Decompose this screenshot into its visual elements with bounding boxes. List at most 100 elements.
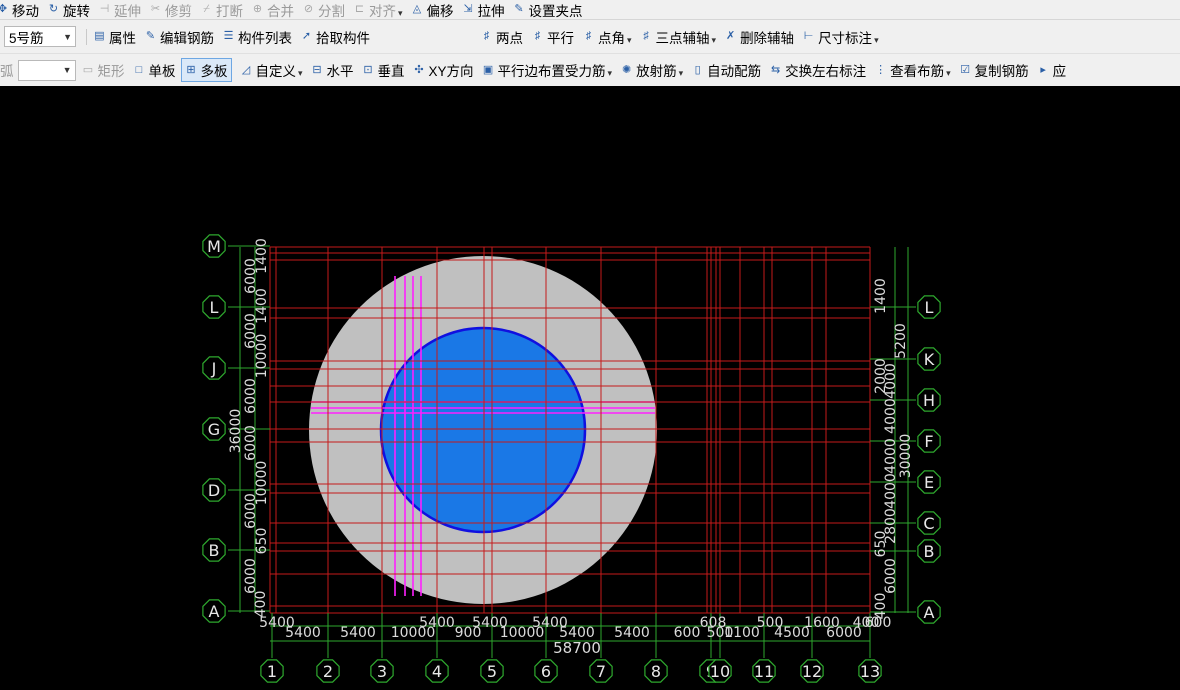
button-label: 合并 <box>267 3 294 19</box>
align-icon: ⊏ <box>354 3 365 15</box>
multi-slab-button[interactable]: ⊞ 多板 <box>180 58 232 82</box>
custom-button[interactable]: ◿ 自定义 <box>240 60 303 80</box>
axis-label-bottom: 1 <box>267 662 277 681</box>
rect-button[interactable]: ▭ 矩形 <box>82 60 125 80</box>
drawing-canvas[interactable]: 12345678910111213ABDGJLMABCEFHKL54005400… <box>0 86 1180 690</box>
offset-icon: ◬ <box>412 3 422 15</box>
auto-rebar-button[interactable]: ▯ 自动配筋 <box>691 60 762 80</box>
three-point-button[interactable]: ♯ 三点辅轴 <box>640 27 717 47</box>
axis-label-bottom: 5 <box>487 662 497 681</box>
align-button[interactable]: ⊏ 对齐 <box>353 0 403 20</box>
button-label: 延伸 <box>114 3 141 19</box>
component-toolbar-left: 5号筋 ▼ ▤ 属性 ✎ 编辑钢筋 ☰ 构件列表 ➚ 拾取构件 <box>4 20 378 53</box>
radial-button[interactable]: ✺ 放射筋 <box>620 60 683 80</box>
button-label: XY方向 <box>428 64 474 79</box>
move-button[interactable]: ✥ 移动 <box>0 0 39 20</box>
dimension-button[interactable]: ⊢ 尺寸标注 <box>802 27 879 47</box>
view-layout-button[interactable]: ⋮ 查看布筋 <box>874 60 951 80</box>
parallel-button[interactable]: ♯ 平行 <box>531 27 574 47</box>
edit-rebar-icon: ✎ <box>145 30 156 42</box>
more-icon: ▸ <box>1040 63 1046 76</box>
axis-toolbar: ♯ 两点 ♯ 平行 ♯ 点角 ♯ 三点辅轴 ✗ 删除辅轴 ⊢ 尺寸标注 <box>480 20 887 53</box>
swap-labels-button[interactable]: ⇆ 交换左右标注 <box>769 60 866 80</box>
vertical-button[interactable]: ⊡ 垂直 <box>362 60 404 80</box>
dimension-label-left: 1400 <box>254 238 270 274</box>
button-label: 自动配筋 <box>707 64 762 79</box>
split-icon: ⊘ <box>303 3 314 15</box>
chevron-down-icon: ▼ <box>63 31 72 42</box>
button-label: 修剪 <box>165 3 192 19</box>
split-button[interactable]: ⊘ 分割 <box>302 0 345 20</box>
toolbar-row-edit: ✥ 移动 ↻ 旋转 ⊣ 延伸 ✂ 修剪 ⌿ 打断 ⊕ 合并 ⊘ 分割 ⊏ 对齐 ◬ 偏移 ⇲ 拉伸 ✎ 设置夹点 <box>0 0 1180 20</box>
component-list-button[interactable]: ☰ 构件列表 <box>222 27 292 47</box>
pick-icon: ➚ <box>301 30 312 42</box>
merge-icon: ⊕ <box>252 3 263 15</box>
dimension-label-right: 4000 <box>883 398 899 434</box>
move-icon: ✥ <box>0 3 8 15</box>
two-point-button[interactable]: ♯ 两点 <box>480 27 523 47</box>
extend-button[interactable]: ⊣ 延伸 <box>98 0 141 20</box>
button-label: 点角 <box>598 27 632 47</box>
axis-label-bottom: 11 <box>754 662 774 681</box>
horizontal-button[interactable]: ⊟ 水平 <box>311 60 353 80</box>
merge-button[interactable]: ⊕ 合并 <box>251 0 294 20</box>
delete-axis-button[interactable]: ✗ 删除辅轴 <box>724 27 794 47</box>
rebar-type-value: 5号筋 <box>9 30 44 46</box>
dimension-icon: ⊢ <box>803 30 814 42</box>
dimension-label-right: 4000 <box>883 438 899 474</box>
dimension-label-bottom: 1100 <box>724 625 760 641</box>
xy-dir-button[interactable]: ✣ XY方向 <box>413 60 474 80</box>
edit-rebar-button[interactable]: ✎ 编辑钢筋 <box>144 27 214 47</box>
draw-actions: ▭矩形 □ 单板 ⊞ 多板 ◿ 自定义 ⊟ 水平 ⊡ 垂直 ✣ XY方向 ▣ 平行边布置受力筋 ✺ 放射筋 ▯ 自动… <box>82 58 1075 82</box>
rebar-type-select[interactable]: 5号筋 ▼ <box>4 26 76 47</box>
axis-label-bottom: 7 <box>596 662 606 681</box>
point-angle-button[interactable]: ♯ 点角 <box>582 27 632 47</box>
properties-button[interactable]: ▤ 属性 <box>93 27 136 47</box>
setpoint-button[interactable]: ✎ 设置夹点 <box>513 0 582 20</box>
inner-circular-slab <box>379 326 587 534</box>
copy-rebar-button[interactable]: ☑ 复制钢筋 <box>959 60 1028 80</box>
dimension-label-bottom: 600 <box>674 625 701 641</box>
arc-label: 弧 <box>0 64 14 79</box>
button-label: 分割 <box>318 3 345 19</box>
button-label: 删除辅轴 <box>740 30 795 46</box>
cad-drawing[interactable]: 12345678910111213ABDGJLMABCEFHKL54005400… <box>0 86 1180 690</box>
single-slab-button[interactable]: □ 单板 <box>133 60 176 80</box>
stretch-button[interactable]: ⇲ 拉伸 <box>462 0 504 20</box>
point-angle-icon: ♯ <box>585 30 592 42</box>
button-label: 矩形 <box>97 64 125 79</box>
axis-label-bottom: 13 <box>860 662 880 681</box>
parallel-edge-button[interactable]: ▣ 平行边布置受力筋 <box>482 60 613 80</box>
xy-direction-icon: ✣ <box>414 63 424 76</box>
separator <box>86 28 87 45</box>
axis-label-bottom: 4 <box>432 662 442 681</box>
pick-button[interactable]: ➚ 拾取构件 <box>300 27 370 47</box>
button-label: 平行 <box>547 30 574 46</box>
rotate-button[interactable]: ↻ 旋转 <box>47 0 90 20</box>
button-label: 放射筋 <box>636 60 683 80</box>
button-label: 平行边布置受力筋 <box>498 60 613 80</box>
button-label: 自定义 <box>256 60 303 80</box>
draw-toolbar: 弧 ▼ ▭矩形 □ 单板 ⊞ 多板 ◿ 自定义 ⊟ 水平 ⊡ 垂直 ✣ XY方向 ▣ 平行边布置受力筋 ✺ 放射… <box>0 54 1074 86</box>
arc-select[interactable]: ▼ <box>17 59 76 81</box>
button-label: 打断 <box>216 3 243 19</box>
axis-label-right: B <box>924 542 935 561</box>
dimension-label-left: 6000 <box>243 425 259 461</box>
axis-label-right: E <box>924 473 934 492</box>
dimension-label-bottom: 5400 <box>419 615 455 631</box>
offset-button[interactable]: ◬ 偏移 <box>411 0 454 20</box>
button-label: 查看布筋 <box>890 60 951 80</box>
trim-button[interactable]: ✂ 修剪 <box>149 0 192 20</box>
component-actions: ▤ 属性 ✎ 编辑钢筋 ☰ 构件列表 ➚ 拾取构件 <box>93 27 378 47</box>
more-button[interactable]: ▸ 应 <box>1037 60 1067 80</box>
edit-toolbar: ✥ 移动 ↻ 旋转 ⊣ 延伸 ✂ 修剪 ⌿ 打断 ⊕ 合并 ⊘ 分割 ⊏ 对齐 ◬ 偏移 ⇲ 拉伸 ✎ 设置夹点 <box>0 0 591 19</box>
button-label: 应 <box>1052 64 1067 79</box>
break-button[interactable]: ⌿ 打断 <box>200 0 243 20</box>
dimension-label-right: 2800 <box>883 508 899 544</box>
dimension-label-right: 30000 <box>898 434 914 479</box>
axis-label-left: L <box>210 298 219 317</box>
dimension-label-left: 10000 <box>254 461 270 506</box>
axis-label-bottom: 6 <box>541 662 551 681</box>
dimension-total-bottom: 58700 <box>553 639 601 657</box>
button-label: 对齐 <box>369 0 403 20</box>
